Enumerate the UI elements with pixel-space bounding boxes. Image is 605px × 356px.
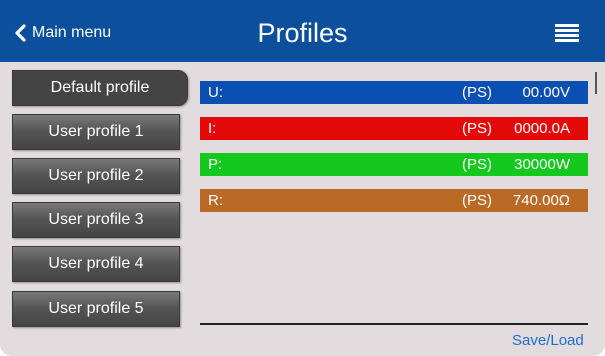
value-reading: 0000.0A (514, 120, 570, 137)
profile-default-button[interactable]: Default profile (12, 70, 188, 106)
profile-user-5-button[interactable]: User profile 5 (12, 291, 180, 327)
value-reading: 740.00Ω (512, 192, 570, 209)
power-row: P: (PS) 30000W (200, 153, 588, 176)
profile-user-2-button[interactable]: User profile 2 (12, 158, 180, 194)
chevron-left-icon (15, 24, 26, 42)
profile-label: User profile 5 (48, 300, 144, 317)
value-label: U: (208, 84, 223, 101)
profiles-screen: Main menu Profiles Default profile User … (0, 0, 605, 356)
resistance-row: R: (PS) 740.00Ω (200, 189, 588, 212)
main-menu-label: Main menu (32, 24, 112, 41)
current-row: I: (PS) 0000.0A (200, 117, 588, 140)
main-menu-button[interactable]: Main menu (14, 20, 111, 46)
save-load-button[interactable]: Save/Load (512, 332, 584, 349)
divider (200, 323, 588, 325)
value-mode: (PS) (462, 192, 492, 209)
value-label: P: (208, 156, 223, 173)
profile-user-4-button[interactable]: User profile 4 (12, 246, 180, 282)
voltage-row: U: (PS) 00.00V (200, 81, 588, 104)
value-mode: (PS) (462, 120, 492, 137)
value-reading: 00.00V (522, 84, 570, 101)
value-label: R: (208, 192, 223, 209)
profile-label: User profile 2 (48, 167, 144, 184)
profile-label: User profile 4 (48, 255, 144, 272)
profile-label: User profile 3 (48, 211, 144, 228)
value-mode: (PS) (462, 156, 492, 173)
hamburger-menu-icon[interactable] (555, 24, 579, 44)
profile-label: Default profile (50, 79, 150, 96)
value-mode: (PS) (462, 84, 492, 101)
header-bar: Main menu Profiles (0, 0, 605, 62)
profile-label: User profile 1 (48, 123, 144, 140)
value-reading: 30000W (514, 156, 570, 173)
profile-list: Default profile User profile 1 User prof… (0, 62, 195, 356)
profile-user-3-button[interactable]: User profile 3 (12, 202, 180, 238)
profile-user-1-button[interactable]: User profile 1 (12, 114, 180, 150)
scroll-indicator[interactable] (595, 72, 597, 94)
value-label: I: (208, 120, 217, 137)
